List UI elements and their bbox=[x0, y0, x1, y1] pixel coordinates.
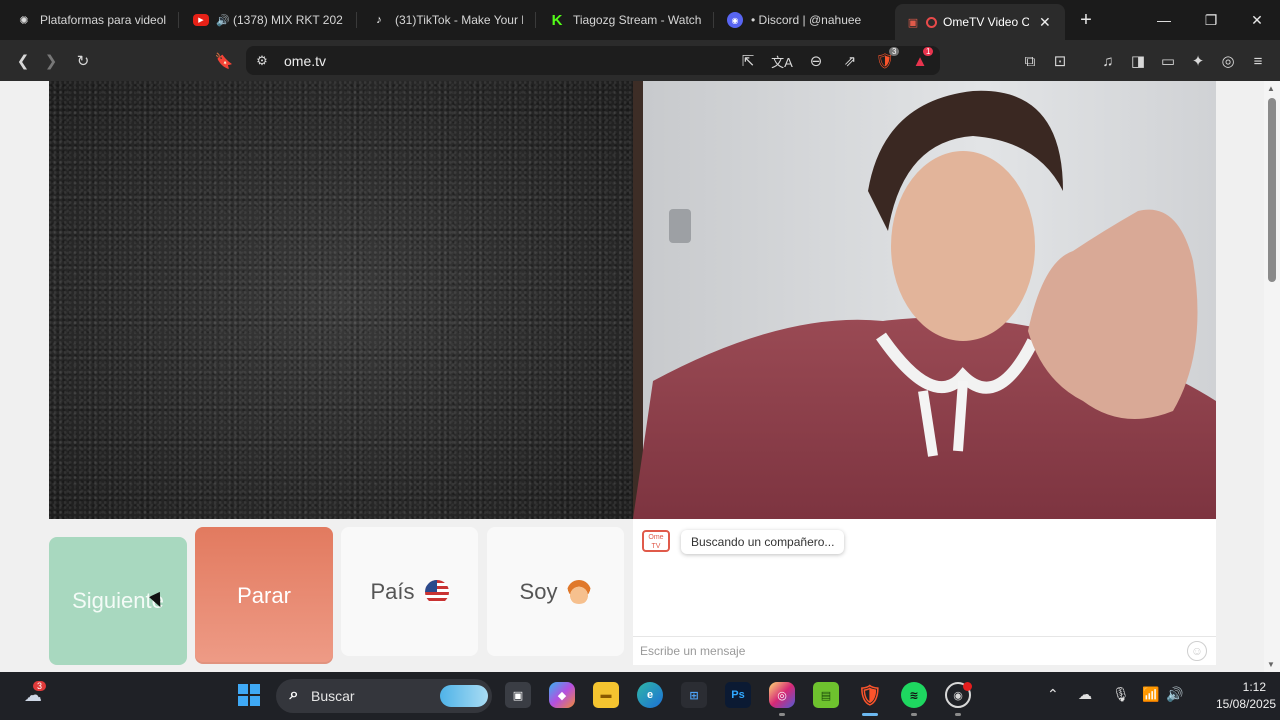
stop-button[interactable]: Parar bbox=[195, 527, 333, 664]
local-webcam-video bbox=[633, 81, 1216, 519]
recording-dot-icon bbox=[963, 682, 972, 691]
next-button[interactable]: Siguiente bbox=[49, 537, 187, 665]
ometv-logo-icon: Ome TV bbox=[642, 530, 670, 552]
tab-separator bbox=[535, 12, 536, 28]
back-icon[interactable]: ❮ bbox=[12, 50, 34, 72]
photoshop-icon[interactable]: Ps bbox=[725, 682, 751, 708]
scroll-up-icon[interactable]: ▲ bbox=[1267, 84, 1275, 93]
vpn-icon[interactable]: ◎ bbox=[1217, 50, 1239, 72]
volume-icon[interactable]: 🔊 bbox=[1166, 686, 1183, 703]
tab-kick[interactable]: K Tiagozg Stream - Watch bbox=[549, 0, 701, 40]
youtube-icon: ▶ bbox=[193, 14, 209, 26]
chat-status-message: Buscando un compañero... bbox=[681, 530, 845, 554]
sidebar-icon[interactable]: ◨ bbox=[1127, 50, 1149, 72]
ometv-icon: ▣ bbox=[907, 16, 919, 29]
windows-start-icon[interactable] bbox=[236, 682, 262, 708]
search-icon: ⌕ bbox=[289, 686, 299, 703]
new-tab-button[interactable]: + bbox=[1066, 0, 1106, 40]
file-explorer-icon[interactable]: ▬ bbox=[593, 682, 619, 708]
tab-separator bbox=[713, 12, 714, 28]
microphone-icon[interactable]: 🎙 bbox=[1112, 686, 1130, 703]
discord-icon: ◉ bbox=[727, 12, 743, 28]
taskbar-clock[interactable]: 1:12 15/08/2025 bbox=[1216, 679, 1277, 713]
remote-video-static bbox=[49, 81, 633, 519]
close-tab-icon[interactable]: ✕ bbox=[1039, 14, 1051, 31]
green-app-icon[interactable]: ▤ bbox=[813, 682, 839, 708]
stop-button-label: Parar bbox=[237, 582, 291, 608]
edge-icon[interactable]: e bbox=[637, 682, 663, 708]
gender-button-label: Soy bbox=[519, 578, 558, 604]
site-settings-icon[interactable]: ⚙ bbox=[251, 50, 273, 72]
reload-icon[interactable]: ↻ bbox=[72, 50, 94, 72]
open-external-icon[interactable]: ⇱ bbox=[737, 50, 759, 72]
tab-separator bbox=[356, 12, 357, 28]
scrollbar-thumb[interactable] bbox=[1268, 98, 1276, 282]
address-bar[interactable] bbox=[246, 46, 940, 75]
webcam-person-image bbox=[633, 81, 1216, 519]
translate-icon[interactable]: 文A bbox=[771, 50, 793, 72]
clock-date: 15/08/2025 bbox=[1216, 697, 1277, 711]
scroll-down-icon[interactable]: ▼ bbox=[1267, 660, 1275, 669]
show-hidden-icons-icon[interactable]: ⌃ bbox=[1047, 686, 1059, 703]
wifi-icon[interactable]: 📶 bbox=[1142, 686, 1159, 703]
chatgpt-icon: ✺ bbox=[19, 14, 29, 27]
microsoft-store-icon[interactable]: ⊞ bbox=[681, 682, 707, 708]
audio-playing-icon[interactable]: 🔊 bbox=[216, 12, 230, 28]
country-filter-button[interactable]: País bbox=[341, 527, 478, 656]
search-label: Buscar bbox=[311, 688, 355, 704]
gender-select-button[interactable]: Soy bbox=[487, 527, 624, 656]
usa-flag-icon bbox=[424, 579, 449, 604]
restore-button[interactable]: ❐ bbox=[1188, 0, 1234, 40]
running-indicator bbox=[911, 713, 917, 716]
clock-time: 1:12 bbox=[1242, 680, 1266, 694]
active-indicator bbox=[862, 713, 878, 716]
close-window-button[interactable]: ✕ bbox=[1234, 0, 1280, 40]
leo-ai-icon[interactable]: ✦ bbox=[1187, 50, 1209, 72]
tab-youtube[interactable]: ▶ 🔊 (1378) MIX RKT 2025 bbox=[193, 0, 343, 40]
instagram-icon[interactable]: ◎ bbox=[769, 682, 795, 708]
menu-icon[interactable]: ≡ bbox=[1247, 50, 1269, 72]
extensions-icon[interactable]: ⧉ bbox=[1019, 50, 1041, 72]
tab-discord[interactable]: ◉ • Discord | @nahuee bbox=[727, 0, 879, 40]
message-input[interactable] bbox=[640, 641, 1170, 661]
tab-chatgpt[interactable]: ✺ Plataformas para videoll bbox=[16, 0, 166, 40]
tab-tiktok[interactable]: ♪ (31)TikTok - Make Your D bbox=[371, 0, 523, 40]
tiktok-icon: ♪ bbox=[376, 14, 382, 26]
task-view-icon[interactable]: ▣ bbox=[505, 682, 531, 708]
url-text[interactable]: ome.tv bbox=[284, 53, 326, 69]
chat-divider bbox=[633, 636, 1216, 637]
recording-icon bbox=[925, 14, 937, 30]
running-indicator bbox=[779, 713, 785, 716]
copilot-icon[interactable]: ◆ bbox=[549, 682, 575, 708]
zoom-icon[interactable]: ⊖ bbox=[805, 50, 827, 72]
onedrive-cloud-icon[interactable]: ☁ bbox=[1078, 686, 1092, 703]
bookmark-icon[interactable]: 🔖 bbox=[213, 50, 235, 72]
wallet-icon[interactable]: ▭ bbox=[1157, 50, 1179, 72]
tab-separator bbox=[178, 12, 179, 28]
country-button-label: País bbox=[370, 578, 415, 604]
spotify-icon[interactable]: ≋ bbox=[901, 682, 927, 708]
boy-emoji-icon bbox=[567, 579, 592, 604]
brave-icon[interactable]: 🛡 bbox=[857, 682, 883, 708]
share-icon[interactable]: ⇗ bbox=[839, 50, 861, 72]
weather-badge: 3 bbox=[33, 681, 47, 691]
screenshot-icon[interactable]: ⊡ bbox=[1049, 50, 1071, 72]
kick-icon: K bbox=[551, 11, 563, 29]
minimize-button[interactable]: — bbox=[1141, 0, 1187, 40]
media-icon[interactable]: ♫ bbox=[1097, 50, 1119, 72]
emoji-icon[interactable]: ☺ bbox=[1187, 641, 1207, 661]
tab-ometv-active[interactable]: ▣ OmeTV Video Ch ✕ bbox=[895, 4, 1065, 40]
forward-icon[interactable]: ❯ bbox=[40, 50, 62, 72]
search-highlight-icon bbox=[440, 685, 488, 707]
running-indicator bbox=[955, 713, 961, 716]
